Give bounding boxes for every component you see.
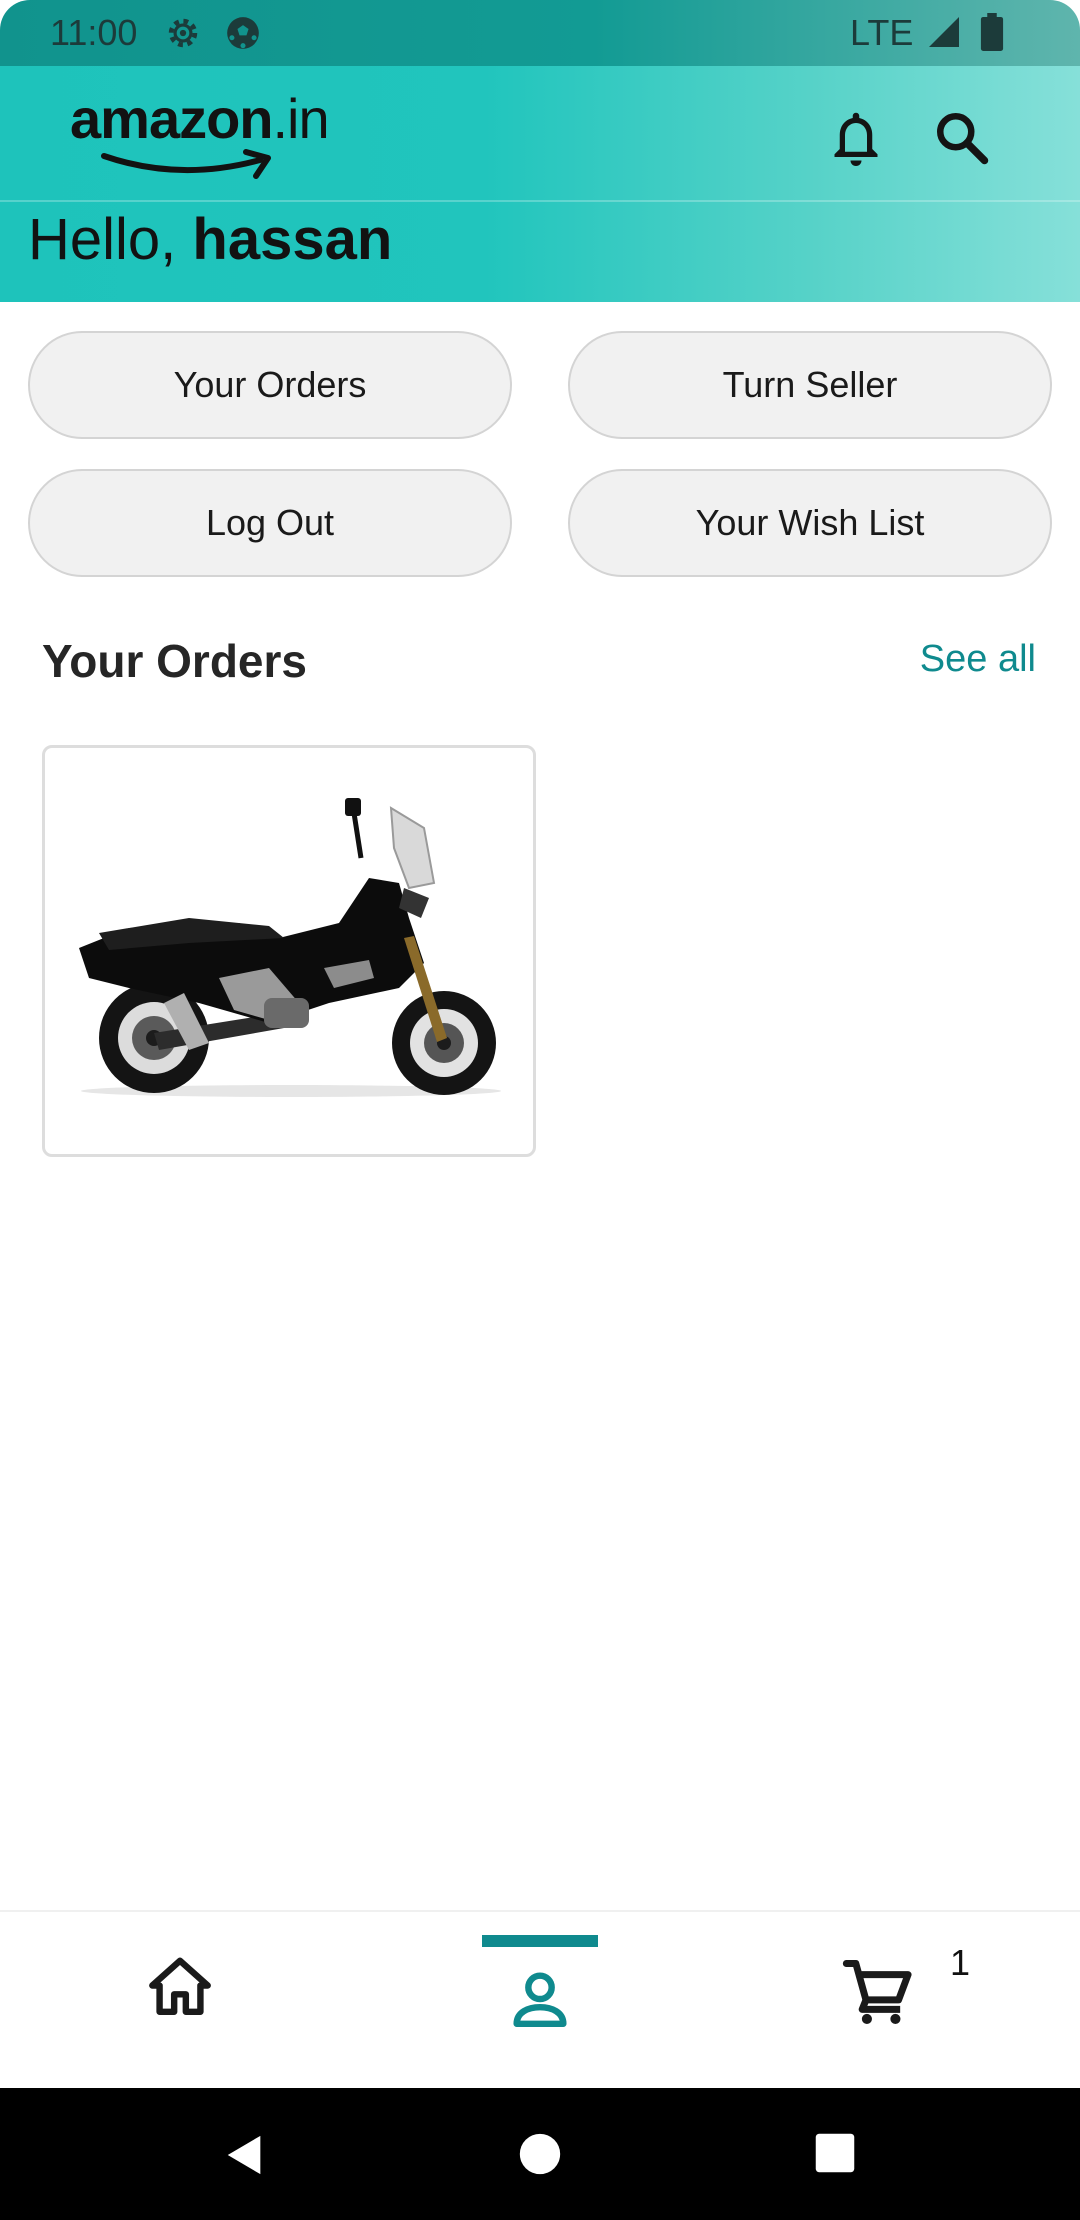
cart-icon[interactable] (840, 1954, 916, 2030)
bottom-navigation: 1 (0, 1910, 1080, 2088)
account-icon[interactable] (505, 1964, 575, 2034)
status-bar: 11:00 LTE (0, 0, 1080, 66)
battery-icon (980, 13, 1004, 51)
orders-section-title: Your Orders (42, 635, 307, 687)
signal-icon (929, 17, 959, 47)
see-all-link[interactable]: See all (920, 638, 1036, 681)
logo-smile-arrow (101, 149, 271, 179)
soccer-ball-icon (227, 17, 259, 49)
header-divider (0, 200, 1080, 202)
user-name: hassan (192, 207, 393, 272)
log-out-button[interactable]: Log Out (28, 469, 512, 577)
order-card[interactable] (42, 745, 536, 1157)
logo-brand: amazon (70, 87, 273, 150)
settings-gear-icon (168, 18, 198, 48)
greeting: Hello, hassan (28, 206, 392, 273)
your-wish-list-button[interactable]: Your Wish List (568, 469, 1052, 577)
turn-seller-button[interactable]: Turn Seller (568, 331, 1052, 439)
home-icon[interactable] (145, 1952, 215, 2022)
recent-apps-icon[interactable] (814, 2132, 856, 2174)
status-time: 11:00 (50, 12, 138, 53)
home-circle-icon[interactable] (518, 2132, 562, 2176)
amazon-logo[interactable]: amazon.in (70, 86, 340, 186)
order-product-image (69, 788, 513, 1108)
greeting-prefix: Hello, (28, 207, 193, 272)
logo-suffix: .in (272, 87, 330, 150)
cart-count-badge: 1 (950, 1942, 971, 1983)
back-icon[interactable] (222, 2132, 268, 2178)
search-icon[interactable] (932, 108, 992, 168)
active-tab-indicator (482, 1935, 598, 1947)
system-navigation-bar (0, 2088, 1080, 2220)
logo-text: amazon.in (70, 86, 330, 151)
bell-icon[interactable] (826, 106, 886, 172)
network-type: LTE (850, 12, 914, 53)
app-header: amazon.in Hello, hassan (0, 66, 1080, 302)
your-orders-button[interactable]: Your Orders (28, 331, 512, 439)
